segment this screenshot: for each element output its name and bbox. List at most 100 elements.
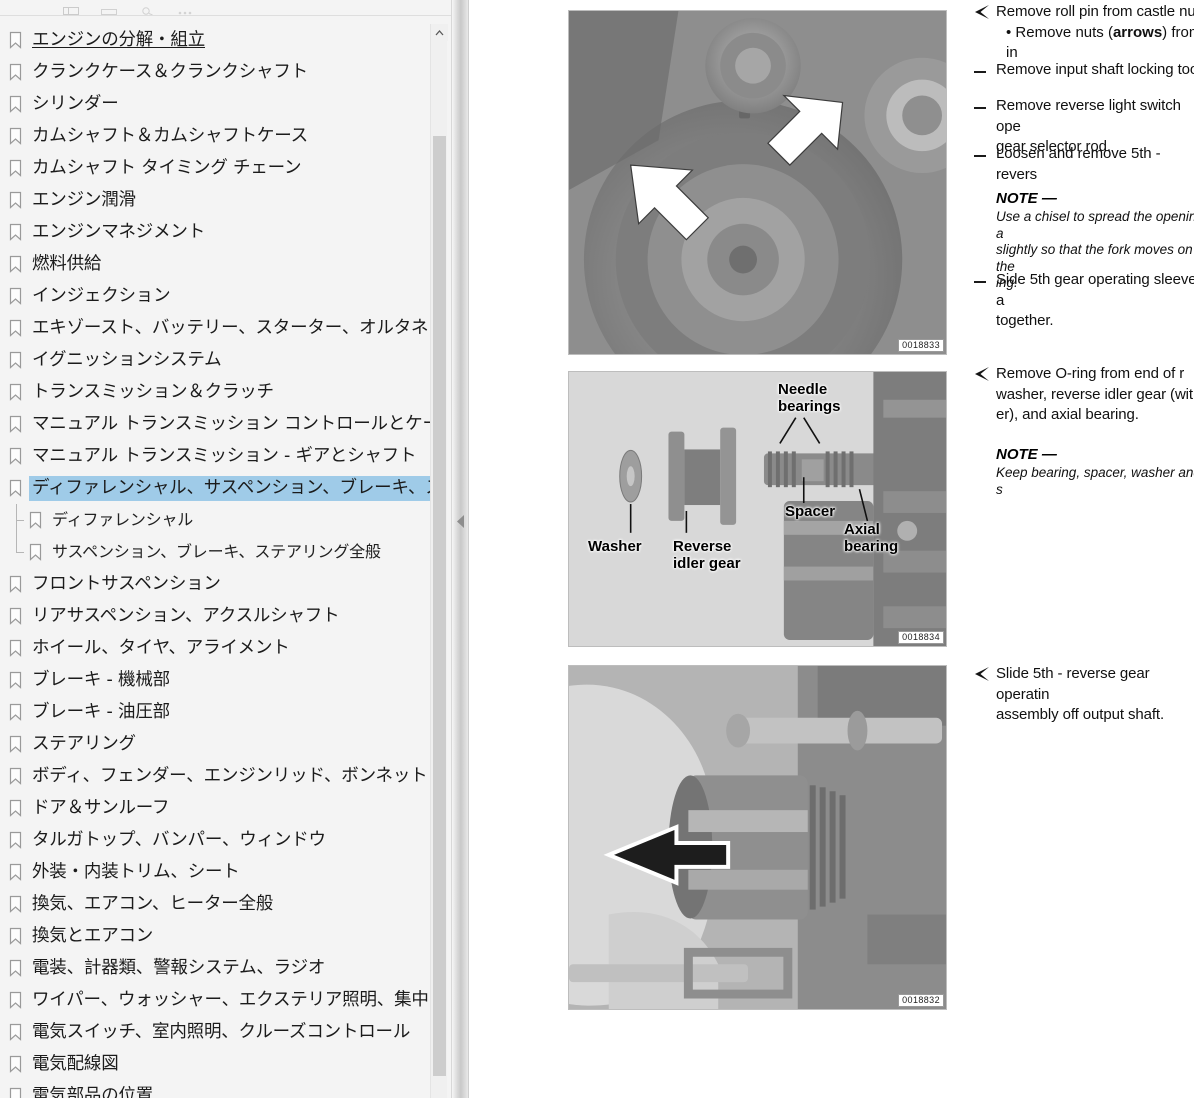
figure-label-reverse-idler-gear: Reverse idler gear bbox=[673, 538, 741, 572]
bookmark-item-label: タルガトップ、バンパー、ウィンドウ bbox=[32, 830, 326, 850]
bookmark-item-label: エンジンの分解・組立 bbox=[32, 30, 205, 50]
bookmark-item[interactable]: ステアリング bbox=[0, 728, 430, 760]
bookmark-item-label: 電気スイッチ、室内照明、クルーズコントロール bbox=[32, 1022, 411, 1042]
bookmark-item[interactable]: マニュアル トランスミッション コントロールとケース bbox=[0, 408, 430, 440]
instruction-text: Side 5th gear operating sleeve a togethe… bbox=[996, 271, 1194, 329]
bookmark-item[interactable]: サスペンション、ブレーキ、ステアリング全般 bbox=[0, 536, 430, 568]
bookmark-item-label: カムシャフト タイミング チェーン bbox=[32, 158, 302, 178]
figure-number: 0018834 bbox=[898, 631, 944, 644]
bookmark-item[interactable]: ドア＆サンルーフ bbox=[0, 792, 430, 824]
instruction-text: Remove roll pin from castle nut bbox=[996, 3, 1194, 20]
bookmark-item[interactable]: ボディ、フェンダー、エンジンリッド、ボンネット bbox=[0, 760, 430, 792]
figure-number: 0018832 bbox=[898, 994, 944, 1007]
bookmark-icon bbox=[8, 703, 24, 721]
instruction-marker bbox=[974, 270, 996, 283]
bookmark-item[interactable]: イグニッションシステム bbox=[0, 344, 430, 376]
bookmark-item[interactable]: 燃料供給 bbox=[0, 248, 430, 280]
bookmark-item[interactable]: エンジンマネジメント bbox=[0, 216, 430, 248]
figure-3-photo bbox=[569, 666, 946, 1009]
bookmark-item[interactable]: カムシャフト＆カムシャフトケース bbox=[0, 120, 430, 152]
instruction-marker bbox=[974, 2, 996, 20]
document-page: 0018833 Needle bearings Spacer Axial bea… bbox=[469, 0, 1200, 1098]
figure-gears-with-arrows: 0018833 bbox=[568, 10, 947, 355]
bookmark-tree[interactable]: エンジンの分解・組立クランクケース＆クランクシャフトシリンダーカムシャフト＆カム… bbox=[0, 24, 430, 1098]
instruction-column: Remove roll pin from castle nut • Remove … bbox=[974, 0, 1194, 1098]
bookmark-item-label: ブレーキ - 機械部 bbox=[32, 670, 170, 690]
panel-splitter[interactable] bbox=[452, 0, 469, 1098]
dash-marker-icon bbox=[974, 107, 986, 109]
bookmark-item-label: ホイール、タイヤ、アライメント bbox=[32, 638, 290, 658]
bookmark-item-label: シリンダー bbox=[32, 94, 119, 114]
figure-label-axial-bearing: Axial bearing bbox=[844, 521, 899, 555]
bookmark-item[interactable]: 外装・内装トリム、シート bbox=[0, 856, 430, 888]
scrollbar-thumb[interactable] bbox=[433, 136, 446, 1076]
bookmark-item[interactable]: フロントサスペンション bbox=[0, 568, 430, 600]
bookmark-item-label: 電気部品の位置 bbox=[32, 1086, 154, 1098]
bookmark-item[interactable]: ブレーキ - 油圧部 bbox=[0, 696, 430, 728]
bookmark-icon bbox=[8, 95, 24, 113]
bookmark-icon bbox=[8, 31, 24, 49]
bookmark-icon bbox=[8, 1087, 24, 1098]
figure-slide-gear-sleeve: 0018832 bbox=[568, 665, 947, 1010]
bookmark-item[interactable]: カムシャフト タイミング チェーン bbox=[0, 152, 430, 184]
bookmark-item[interactable]: 電気配線図 bbox=[0, 1048, 430, 1080]
bookmark-icon bbox=[8, 159, 24, 177]
bookmark-item-label: 電装、計器類、警報システム、ラジオ bbox=[32, 958, 326, 978]
bookmark-item[interactable]: トランスミッション＆クラッチ bbox=[0, 376, 430, 408]
bookmark-item[interactable]: 電気部品の位置 bbox=[0, 1080, 430, 1098]
bookmark-icon bbox=[8, 319, 24, 337]
bookmark-icon bbox=[8, 831, 24, 849]
instruction-body: Remove O-ring from end of r washer, reve… bbox=[996, 364, 1194, 426]
bookmark-item[interactable]: エキゾースト、バッテリー、スターター、オルタネーター bbox=[0, 312, 430, 344]
bookmark-icon bbox=[8, 607, 24, 625]
bookmark-scrollbar[interactable] bbox=[430, 24, 448, 1098]
bookmark-icon bbox=[8, 767, 24, 785]
bookmark-item[interactable]: ディファレンシャル bbox=[0, 504, 430, 536]
bookmark-item-label: 外装・内装トリム、シート bbox=[32, 862, 240, 882]
bookmark-item[interactable]: 換気、エアコン、ヒーター全般 bbox=[0, 888, 430, 920]
bookmark-item[interactable]: リアサスペンション、アクスルシャフト bbox=[0, 600, 430, 632]
instruction-body: Remove input shaft locking tool bbox=[996, 60, 1194, 81]
collapse-panel-arrow-icon[interactable] bbox=[455, 512, 466, 530]
bookmark-item-label: サスペンション、ブレーキ、ステアリング全般 bbox=[52, 542, 381, 561]
bookmark-item[interactable]: ディファレンシャル、サスペンション、ブレーキ、ステアリング bbox=[0, 472, 430, 504]
bookmark-item[interactable]: マニュアル トランスミッション - ギアとシャフト bbox=[0, 440, 430, 472]
bookmark-icon bbox=[8, 223, 24, 241]
dash-marker-icon bbox=[974, 281, 986, 283]
bookmark-item[interactable]: クランクケース＆クランクシャフト bbox=[0, 56, 430, 88]
zoom-icon[interactable] bbox=[138, 7, 156, 15]
bookmark-item[interactable]: ブレーキ - 機械部 bbox=[0, 664, 430, 696]
sidebar-toolbar bbox=[0, 0, 451, 16]
bookmark-item-label: イグニッションシステム bbox=[32, 350, 222, 370]
bookmark-icon bbox=[8, 191, 24, 209]
more-options-icon[interactable] bbox=[176, 7, 194, 15]
bookmark-item[interactable]: インジェクション bbox=[0, 280, 430, 312]
bookmark-item[interactable]: ワイパー、ウォッシャー、エクステリア照明、集中ロック bbox=[0, 984, 430, 1016]
note-heading: NOTE — bbox=[996, 190, 1057, 207]
bookmark-icon bbox=[8, 255, 24, 273]
bookmark-icon bbox=[8, 895, 24, 913]
bookmark-item[interactable]: シリンダー bbox=[0, 88, 430, 120]
figure-number: 0018833 bbox=[898, 339, 944, 352]
figure-1-photo bbox=[569, 11, 946, 354]
bookmark-item-label: ブレーキ - 油圧部 bbox=[32, 702, 170, 722]
arrow-marker-icon bbox=[975, 367, 989, 381]
bookmark-icon bbox=[8, 959, 24, 977]
bookmark-item[interactable]: エンジン潤滑 bbox=[0, 184, 430, 216]
bookmark-item[interactable]: 電気スイッチ、室内照明、クルーズコントロール bbox=[0, 1016, 430, 1048]
sidebar-toggle-icon[interactable] bbox=[62, 7, 80, 15]
bookmark-item-label: インジェクション bbox=[32, 286, 171, 306]
bookmark-item[interactable]: タルガトップ、バンパー、ウィンドウ bbox=[0, 824, 430, 856]
bookmark-item[interactable]: 換気とエアコン bbox=[0, 920, 430, 952]
bookmark-item[interactable]: エンジンの分解・組立 bbox=[0, 24, 430, 56]
bookmark-icon bbox=[28, 511, 44, 529]
scroll-up-button[interactable] bbox=[431, 24, 448, 41]
page-fit-icon[interactable] bbox=[100, 7, 118, 15]
instruction-text: Slide 5th - reverse gear operatin assemb… bbox=[996, 665, 1165, 723]
bookmark-item[interactable]: 電装、計器類、警報システム、ラジオ bbox=[0, 952, 430, 984]
instruction-block: Side 5th gear operating sleeve a togethe… bbox=[974, 270, 1194, 332]
bookmark-icon bbox=[8, 351, 24, 369]
bookmark-icon bbox=[8, 63, 24, 81]
bookmark-item[interactable]: ホイール、タイヤ、アライメント bbox=[0, 632, 430, 664]
bookmark-icon bbox=[8, 863, 24, 881]
